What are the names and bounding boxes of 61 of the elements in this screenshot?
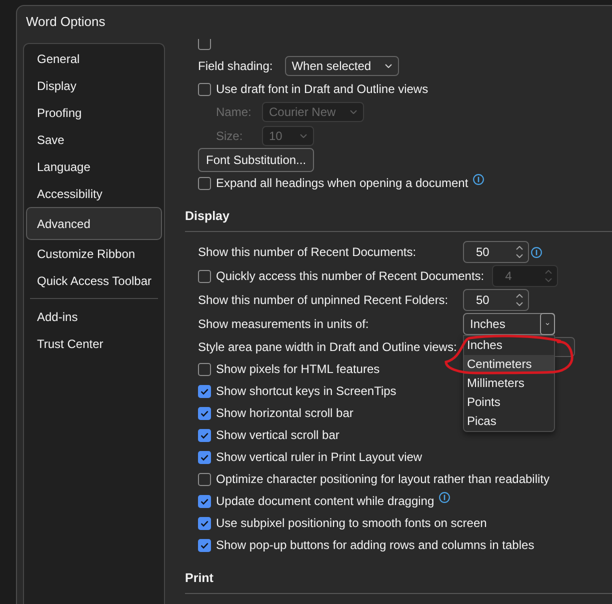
option-label: Show pop-up buttons for adding rows and columns in tables	[216, 538, 534, 552]
checkbox[interactable]	[198, 516, 211, 530]
option-label: Quickly access this number of Recent Documents:	[216, 268, 484, 284]
checkbox[interactable]	[198, 384, 211, 398]
checkbox[interactable]	[198, 494, 211, 508]
checkbox[interactable]	[198, 82, 211, 96]
checkbox[interactable]	[198, 450, 211, 464]
option-label: Size:	[216, 128, 244, 144]
window-title: Word Options	[26, 14, 106, 29]
sidebar-item[interactable]: Proofing	[24, 99, 164, 126]
option-label: Optimize character positioning for layout rather than readability	[216, 472, 550, 486]
sidebar-item[interactable]: Accessibility	[24, 180, 164, 207]
sidebar-item[interactable]: Display	[24, 72, 164, 99]
sidebar-item[interactable]: Save	[24, 126, 164, 153]
option-label: Show pixels for HTML features	[216, 362, 380, 376]
option-label: Update document content while dragging	[216, 494, 434, 508]
checkbox[interactable]	[198, 176, 211, 190]
section-heading: Display	[185, 209, 230, 223]
option-label: Expand all headings when opening a document	[216, 176, 468, 190]
checkbox[interactable]	[198, 472, 211, 486]
sidebar-item[interactable]: Add-ins	[24, 303, 164, 330]
section-heading: Print	[185, 571, 214, 585]
sidebar-item[interactable]: General	[24, 45, 164, 72]
checkbox[interactable]	[198, 406, 211, 420]
option-label: Name:	[216, 104, 252, 120]
sidebar-item[interactable]: Customize Ribbon	[24, 240, 164, 267]
checkbox[interactable]	[198, 428, 211, 442]
option-label: Show vertical scroll bar	[216, 428, 340, 442]
checkbox[interactable]	[198, 538, 211, 552]
chevron-up-icon[interactable]	[516, 246, 523, 250]
dropdown[interactable]: When selected	[284, 56, 400, 76]
chevron-down-icon[interactable]	[516, 254, 523, 258]
dropdown-option[interactable]: Points	[464, 393, 554, 412]
option-label: Use draft font in Draft and Outline views	[216, 82, 428, 96]
option-label: Show vertical ruler in Print Layout view	[216, 450, 422, 464]
checkbox[interactable]	[198, 362, 211, 376]
dropdown[interactable]: Inches	[463, 313, 555, 335]
dropdown-option[interactable]: Millimeters	[464, 374, 554, 393]
option-label: Show measurements in units of:	[198, 316, 370, 332]
option-label: Show this number of Recent Documents:	[198, 244, 418, 260]
dropdown-option[interactable]: Inches	[464, 336, 554, 355]
checkbox[interactable]	[198, 39, 211, 50]
number-field[interactable]: 50	[463, 289, 529, 311]
option-label: Style area pane width in Draft and Outline views:	[198, 340, 458, 354]
chevron-up-icon[interactable]	[516, 294, 523, 298]
option-label: Show this number of unpinned Recent Folders:	[198, 292, 450, 308]
button[interactable]: Font Substitution...	[198, 148, 314, 172]
sidebar-item[interactable]: Trust Center	[24, 330, 164, 357]
option-label: Use subpixel positioning to smooth fonts on screen	[216, 516, 487, 530]
option-label: Show horizontal scroll bar	[216, 406, 354, 420]
option-label: Field shading:	[198, 58, 273, 74]
chevron-down-icon[interactable]	[516, 302, 523, 306]
info-icon[interactable]	[439, 492, 450, 503]
sidebar-item[interactable]: Advanced	[26, 207, 162, 240]
sidebar-item[interactable]: Quick Access Toolbar	[24, 267, 164, 294]
number-field[interactable]: 50	[463, 241, 529, 263]
option-label: Show shortcut keys in ScreenTips	[216, 384, 396, 398]
sidebar-item[interactable]: Language	[24, 153, 164, 180]
info-icon[interactable]	[531, 246, 542, 258]
dropdown-option[interactable]: Picas	[464, 412, 554, 431]
info-icon[interactable]	[473, 174, 484, 185]
